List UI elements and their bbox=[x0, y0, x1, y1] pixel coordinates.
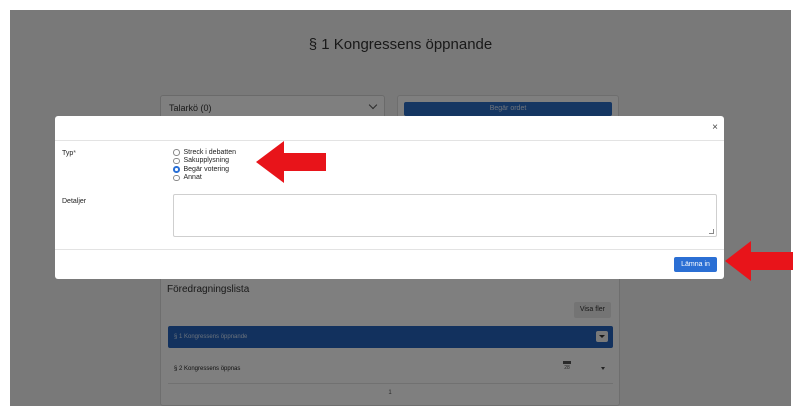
radio-label: Streck i debatten bbox=[183, 148, 237, 156]
details-textarea[interactable] bbox=[173, 194, 717, 237]
radio-option-sakupplysning[interactable]: Sakupplysning bbox=[173, 157, 236, 166]
radio-label: Sakupplysning bbox=[183, 157, 230, 165]
details-label: Detaljer bbox=[62, 198, 87, 205]
submit-button[interactable]: Lämna in bbox=[674, 257, 717, 272]
request-modal: × Typ* Streck i debatten Sakupplysning B… bbox=[55, 116, 724, 279]
radio-button[interactable] bbox=[173, 157, 180, 164]
modal-footer: Lämna in bbox=[55, 249, 724, 279]
radio-button[interactable] bbox=[173, 174, 180, 181]
radio-option-streck[interactable]: Streck i debatten bbox=[173, 148, 236, 157]
type-label-text: Typ bbox=[62, 150, 74, 157]
close-icon[interactable]: × bbox=[712, 123, 718, 133]
resize-handle-icon[interactable] bbox=[709, 229, 714, 234]
radio-button[interactable] bbox=[173, 149, 180, 156]
required-mark: * bbox=[73, 150, 77, 157]
annotation-arrow-icon bbox=[256, 141, 326, 183]
radio-label: Begär votering bbox=[183, 165, 230, 173]
radio-label: Annat bbox=[183, 174, 202, 182]
annotation-arrow-icon bbox=[725, 241, 793, 281]
type-label: Typ* bbox=[62, 150, 76, 157]
radio-option-annat[interactable]: Annat bbox=[173, 174, 236, 183]
radio-button-checked[interactable] bbox=[173, 166, 180, 173]
radio-option-begar-votering[interactable]: Begär votering bbox=[173, 165, 236, 174]
type-radio-group: Streck i debatten Sakupplysning Begär vo… bbox=[173, 148, 236, 182]
modal-header: × bbox=[55, 116, 724, 141]
